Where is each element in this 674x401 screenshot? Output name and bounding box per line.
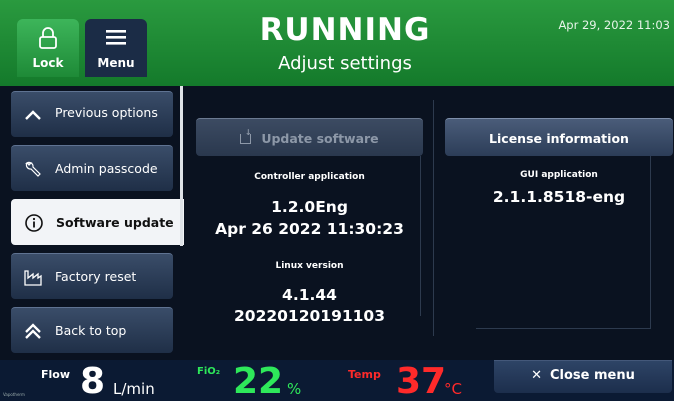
page-title: RUNNING [259,12,431,48]
sidebar-item-back-to-top[interactable]: Back to top [11,307,173,353]
fio2-value: 22 [233,361,284,401]
sidebar-item-label: Back to top [55,323,127,338]
gui-label: GUI application [520,170,598,180]
license-information-button[interactable]: License information [445,118,673,156]
controller-version: 1.2.0Eng [271,198,348,216]
sidebar-item-label: Admin passcode [55,161,158,176]
sidebar-item-label: Previous options [55,105,158,120]
info-icon [25,214,43,232]
gui-version: 2.1.1.8518-eng [492,188,626,206]
main-panel: ↓ Update software Controller application… [184,86,674,360]
sidebar-item-factory-reset[interactable]: Factory reset [11,253,173,299]
update-software-button[interactable]: ↓ Update software [196,118,423,156]
close-menu-button[interactable]: ✕ Close menu [494,360,672,393]
datetime-display: Apr 29, 2022 11:03 [558,18,670,32]
factory-icon [24,270,42,286]
header-bar: Lock Menu RUNNING Adjust settings Apr 29… [0,0,674,86]
brand-logo: Vapotherm [3,392,25,397]
update-software-label: Update software [261,131,379,146]
temp-label: Temp [348,368,381,381]
menu-button[interactable]: Menu [85,19,147,77]
flow-unit: L/min [113,380,155,398]
fio2-label: FiO₂ [197,366,221,377]
panel-edge [476,328,651,329]
sidebar-item-admin-passcode[interactable]: Admin passcode [11,145,173,191]
sidebar-item-label: Software update [56,215,174,230]
double-chevron-up-icon [25,323,41,339]
lock-icon [39,27,57,49]
controller-label: Controller application [254,172,365,182]
hamburger-icon [106,30,126,45]
controller-build-date: Apr 26 2022 11:30:23 [215,220,404,238]
lock-button[interactable]: Lock [17,19,79,77]
panel-edge [650,156,651,328]
sidebar-item-software-update[interactable]: Software update [11,199,184,245]
wrench-icon [24,161,41,177]
sidebar-item-label: Factory reset [55,269,137,284]
temp-value: 37 [396,361,447,401]
close-menu-label: Close menu [550,368,635,383]
status-footer: Flow 8 L/min FiO₂ 22 % Temp 37 °C ✕ Close… [0,360,674,401]
linux-version: 4.1.44 [282,286,337,304]
flow-label: Flow [41,368,71,381]
chevron-up-icon [25,110,41,120]
page-subtitle: Adjust settings [278,53,412,74]
linux-label: Linux version [275,261,344,271]
download-icon: ↓ [240,129,252,144]
linux-build: 20220120191103 [234,307,385,325]
sidebar: Previous options Admin passcode Software… [0,86,184,360]
column-divider [433,100,434,336]
lock-label: Lock [32,56,64,70]
menu-label: Menu [97,56,135,70]
close-icon: ✕ [531,368,542,383]
sidebar-divider [180,86,183,246]
fio2-unit: % [287,380,302,398]
temp-unit: °C [444,380,462,398]
sidebar-item-previous-options[interactable]: Previous options [11,91,173,137]
flow-value: 8 [80,361,106,401]
panel-edge [420,156,421,316]
